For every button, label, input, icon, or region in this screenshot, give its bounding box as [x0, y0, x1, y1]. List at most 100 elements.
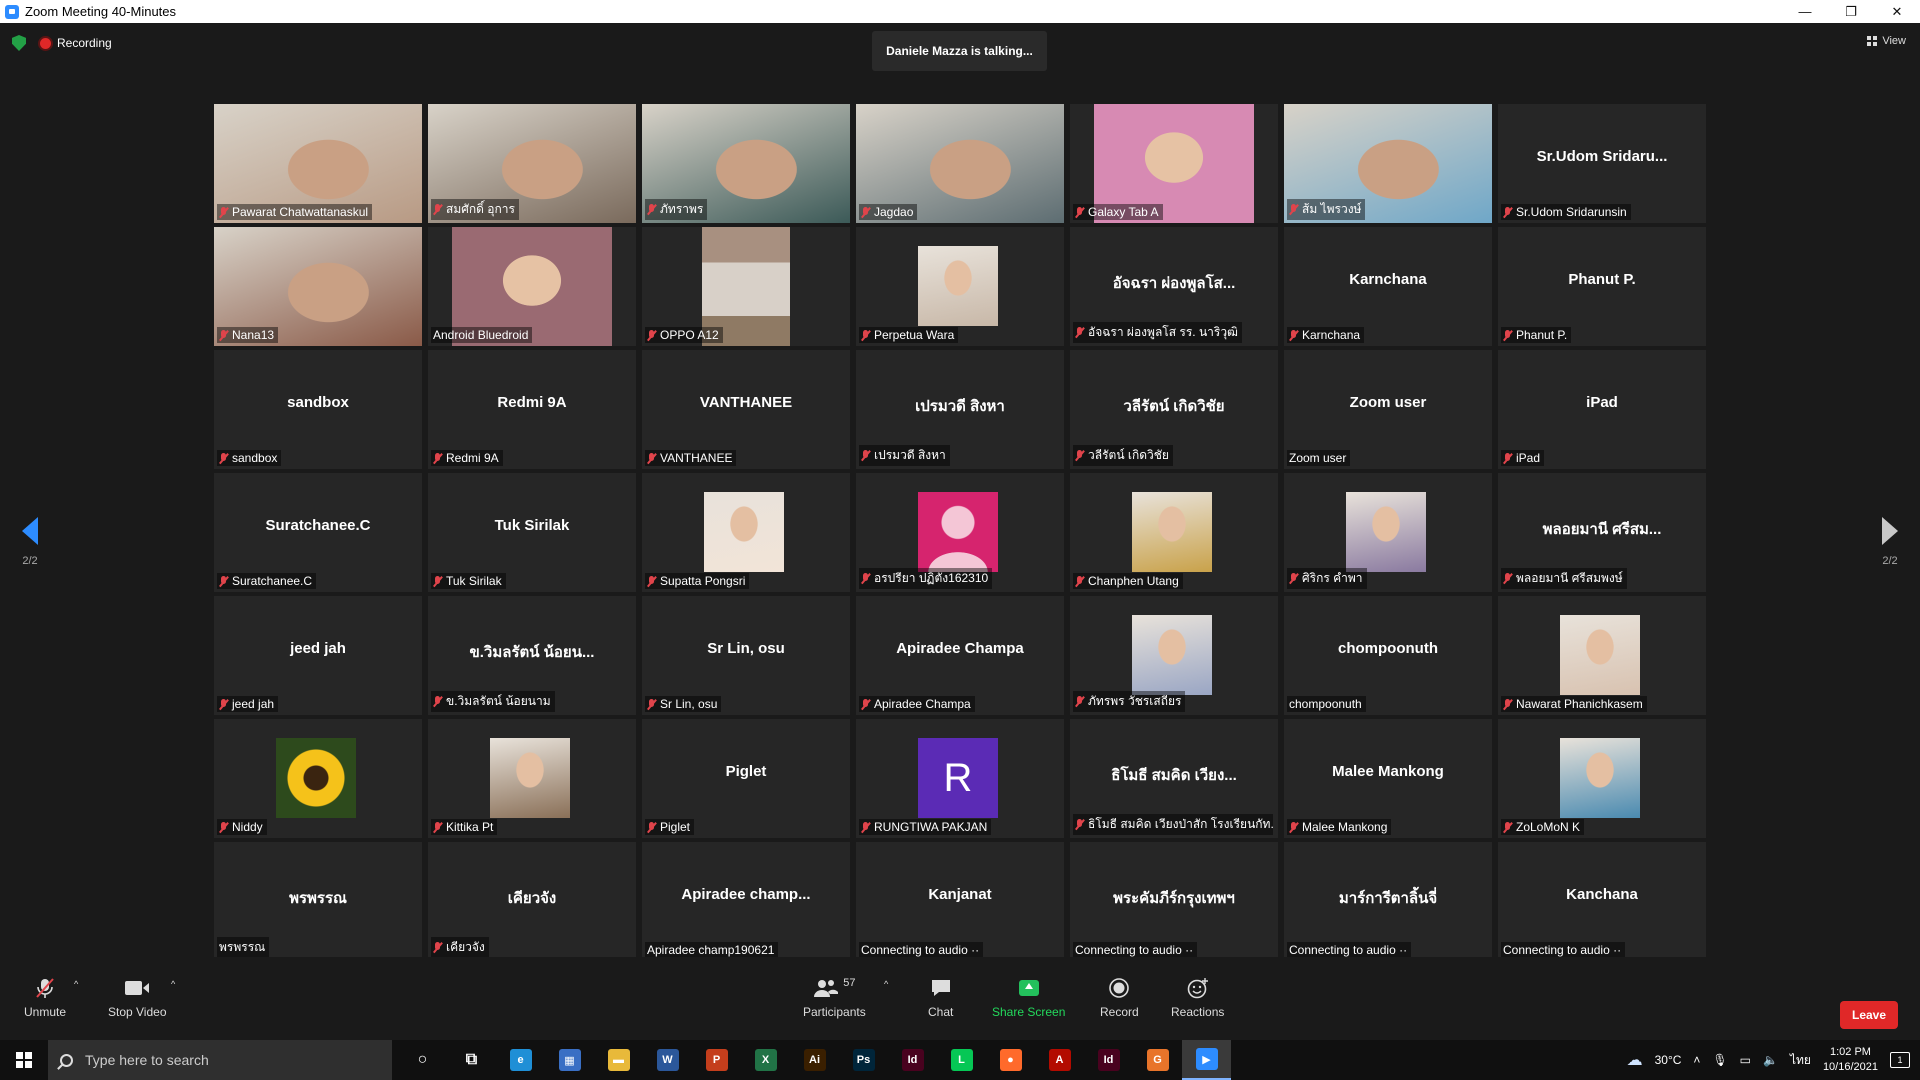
- participant-tile[interactable]: Suratchanee.C Suratchanee.C: [214, 473, 422, 592]
- participant-tile[interactable]: สมศักดิ์ อุการ: [428, 104, 636, 223]
- reactions-button[interactable]: Reactions: [1171, 977, 1224, 1019]
- participant-tile[interactable]: Supatta Pongsri: [642, 473, 850, 592]
- taskbar-app[interactable]: W: [643, 1040, 692, 1080]
- participants-options-caret-icon[interactable]: ^: [884, 979, 888, 989]
- taskbar-search-box[interactable]: Type here to search: [48, 1040, 392, 1080]
- participant-tile[interactable]: ภัทราพร: [642, 104, 850, 223]
- taskbar-app[interactable]: ▦: [545, 1040, 594, 1080]
- taskbar-clock[interactable]: 1:02 PM 10/16/2021: [1823, 1045, 1878, 1075]
- audio-options-caret-icon[interactable]: ^: [74, 979, 78, 989]
- participant-tile[interactable]: Sr Lin, osu Sr Lin, osu: [642, 596, 850, 715]
- profile-picture: [1560, 738, 1640, 818]
- participant-tile[interactable]: ข.วิมลรัตน์ น้อยน... ข.วิมลรัตน์ น้อยนาม: [428, 596, 636, 715]
- participant-tile[interactable]: พระคัมภีร์กรุงเทพฯ Connecting to audio ··: [1070, 842, 1278, 961]
- participant-tile[interactable]: Karnchana Karnchana: [1284, 227, 1492, 346]
- leave-button[interactable]: Leave: [1840, 1001, 1898, 1029]
- participant-tile[interactable]: chompoonuth chompoonuth: [1284, 596, 1492, 715]
- taskbar-app[interactable]: ⧉: [447, 1040, 496, 1080]
- participant-tile[interactable]: Kanchana Connecting to audio ··: [1498, 842, 1706, 961]
- taskbar-app[interactable]: L: [937, 1040, 986, 1080]
- participant-name: ภัทรพร วัชรเสถียร: [1088, 694, 1182, 708]
- start-button[interactable]: [0, 1040, 48, 1080]
- participant-tile[interactable]: Redmi 9A Redmi 9A: [428, 350, 636, 469]
- muted-microphone-icon: [647, 204, 656, 215]
- participant-tile[interactable]: Tuk Sirilak Tuk Sirilak: [428, 473, 636, 592]
- microphone-tray-icon[interactable]: 🎙: [1712, 1053, 1727, 1067]
- participant-tile[interactable]: OPPO A12: [642, 227, 850, 346]
- participant-tile[interactable]: เคียวจัง เคียวจัง: [428, 842, 636, 961]
- stop-video-button[interactable]: Stop Video: [108, 977, 167, 1019]
- taskbar-app[interactable]: Id: [1084, 1040, 1133, 1080]
- participant-tile[interactable]: Galaxy Tab A: [1070, 104, 1278, 223]
- participant-tile[interactable]: Malee Mankong Malee Mankong: [1284, 719, 1492, 838]
- taskbar-app[interactable]: ●: [986, 1040, 1035, 1080]
- view-button[interactable]: View: [1867, 35, 1906, 47]
- taskbar-app[interactable]: G: [1133, 1040, 1182, 1080]
- participant-tile[interactable]: Phanut P. Phanut P.: [1498, 227, 1706, 346]
- close-button[interactable]: ✕: [1874, 0, 1920, 23]
- participant-tile[interactable]: อัจฉรา ผ่องพูลโส... อัจฉรา ผ่องพูลโส รร. …: [1070, 227, 1278, 346]
- participant-tile[interactable]: Nawarat Phanichkasem: [1498, 596, 1706, 715]
- participant-tile[interactable]: ส้ม ไพรวงษ์: [1284, 104, 1492, 223]
- participant-tile[interactable]: Perpetua Wara: [856, 227, 1064, 346]
- participant-tile[interactable]: VANTHANEE VANTHANEE: [642, 350, 850, 469]
- participant-tile[interactable]: Niddy: [214, 719, 422, 838]
- taskbar-app[interactable]: A: [1035, 1040, 1084, 1080]
- taskbar-app[interactable]: e: [496, 1040, 545, 1080]
- network-icon[interactable]: ▭: [1740, 1053, 1751, 1067]
- volume-icon[interactable]: 🔈: [1763, 1053, 1778, 1067]
- record-button[interactable]: Record: [1100, 977, 1139, 1019]
- participant-tile[interactable]: ภัทรพร วัชรเสถียร: [1070, 596, 1278, 715]
- restore-button[interactable]: ❐: [1828, 0, 1874, 23]
- participant-tile[interactable]: เปรมวดี สิงหา เปรมวดี สิงหา: [856, 350, 1064, 469]
- participant-tile[interactable]: วลีรัตน์ เกิดวิชัย วลีรัตน์ เกิดวิชัย: [1070, 350, 1278, 469]
- participant-tile[interactable]: iPad iPad: [1498, 350, 1706, 469]
- participant-tile[interactable]: Chanphen Utang: [1070, 473, 1278, 592]
- weather-cloud-icon[interactable]: ☁: [1627, 1050, 1643, 1070]
- taskbar-app[interactable]: X: [741, 1040, 790, 1080]
- participant-tile[interactable]: sandbox sandbox: [214, 350, 422, 469]
- taskbar-app[interactable]: P: [692, 1040, 741, 1080]
- participant-tile[interactable]: Nana13: [214, 227, 422, 346]
- participant-tile[interactable]: Kittika Pt: [428, 719, 636, 838]
- participant-tile[interactable]: Piglet Piglet: [642, 719, 850, 838]
- participant-tile[interactable]: Sr.Udom Sridaru... Sr.Udom Sridarunsin: [1498, 104, 1706, 223]
- participant-tile[interactable]: มาร์การีตาลิ้นจี่ Connecting to audio ··: [1284, 842, 1492, 961]
- participant-tile[interactable]: ZoLoMoN K: [1498, 719, 1706, 838]
- participant-tile[interactable]: ธิโมธี สมคิด เวียง... ธิโมธี สมคิด เวียงป…: [1070, 719, 1278, 838]
- participant-tile[interactable]: อรปรียา ปฏิตัง162310: [856, 473, 1064, 592]
- share-screen-button[interactable]: Share Screen: [992, 977, 1065, 1019]
- participant-tile[interactable]: Apiradee champ... Apiradee champ190621: [642, 842, 850, 961]
- previous-page-button[interactable]: 2/2: [15, 517, 45, 567]
- participant-tile[interactable]: Jagdao: [856, 104, 1064, 223]
- muted-microphone-icon: [219, 452, 228, 464]
- participant-tile[interactable]: Apiradee Champa Apiradee Champa: [856, 596, 1064, 715]
- unmute-button[interactable]: Unmute: [24, 977, 66, 1019]
- notifications-icon[interactable]: 1: [1890, 1052, 1910, 1068]
- tray-expand-caret-icon[interactable]: ˄: [1693, 1053, 1700, 1067]
- participant-tile[interactable]: Android Bluedroid: [428, 227, 636, 346]
- participant-tile[interactable]: Zoom user Zoom user: [1284, 350, 1492, 469]
- participant-tile[interactable]: Pawarat Chatwattanaskul: [214, 104, 422, 223]
- participant-tile[interactable]: jeed jah jeed jah: [214, 596, 422, 715]
- taskbar-app[interactable]: Ps: [839, 1040, 888, 1080]
- participant-tile[interactable]: ศิริกร คำพา: [1284, 473, 1492, 592]
- next-page-button[interactable]: 2/2: [1875, 517, 1905, 567]
- weather-temperature[interactable]: 30°C: [1655, 1053, 1682, 1067]
- participant-tile[interactable]: พรพรรณ พรพรรณ: [214, 842, 422, 961]
- participant-tile[interactable]: R RUNGTIWA PAKJAN: [856, 719, 1064, 838]
- taskbar-app[interactable]: Ai: [790, 1040, 839, 1080]
- participants-button[interactable]: 57 Participants: [803, 977, 866, 1019]
- participant-tile[interactable]: พลอยมานี ศรีสม... พลอยมานี ศรีสมพงษ์: [1498, 473, 1706, 592]
- video-options-caret-icon[interactable]: ^: [171, 979, 175, 989]
- minimize-button[interactable]: —: [1782, 0, 1828, 23]
- taskbar-app[interactable]: ▬: [594, 1040, 643, 1080]
- encryption-shield-icon[interactable]: [12, 35, 26, 51]
- input-language[interactable]: ไทย: [1790, 1051, 1811, 1070]
- taskbar-app[interactable]: Id: [888, 1040, 937, 1080]
- participant-tile[interactable]: Kanjanat Connecting to audio ··: [856, 842, 1064, 961]
- chat-button[interactable]: Chat: [928, 977, 953, 1019]
- taskbar-app[interactable]: ○: [398, 1040, 447, 1080]
- recording-indicator[interactable]: Recording: [40, 36, 112, 50]
- taskbar-app[interactable]: ▶: [1182, 1040, 1231, 1080]
